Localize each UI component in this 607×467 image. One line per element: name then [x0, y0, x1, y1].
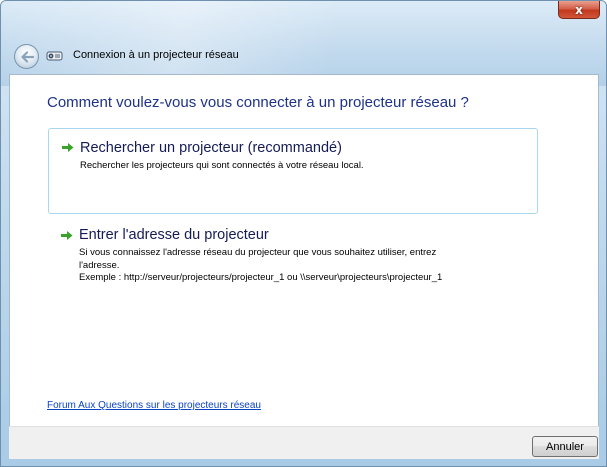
- back-arrow-icon: [20, 50, 34, 63]
- option-description: Si vous connaissez l'adresse réseau du p…: [79, 247, 529, 285]
- footer-bar: [9, 426, 599, 459]
- option-title: Entrer l'adresse du projecteur: [79, 227, 269, 243]
- option-title: Rechercher un projecteur (recommandé): [80, 140, 342, 156]
- back-button[interactable]: [14, 44, 39, 69]
- green-arrow-icon: [61, 231, 73, 240]
- option-description: Rechercher les projecteurs qui sont conn…: [80, 160, 530, 173]
- option-description-line: Exemple : http://serveur/projecteurs/pro…: [79, 272, 443, 283]
- option-description-line: Si vous connaissez l'adresse réseau du p…: [79, 247, 437, 258]
- window-title: Connexion à un projecteur réseau: [73, 49, 239, 61]
- option-description-line: Rechercher les projecteurs qui sont conn…: [80, 160, 364, 171]
- close-icon: x: [575, 2, 583, 17]
- green-arrow-icon: [62, 143, 74, 152]
- dialog-window: x Connexion à un projecteur réseau Comme…: [0, 0, 607, 467]
- close-button[interactable]: x: [558, 1, 600, 19]
- faq-link[interactable]: Forum Aux Questions sur les projecteurs …: [47, 400, 261, 411]
- network-projector-icon: [46, 51, 63, 61]
- option-enter-address[interactable]: Entrer l'adresse du projecteur Si vous c…: [48, 219, 538, 301]
- page-heading: Comment voulez-vous vous connecter à un …: [47, 94, 469, 111]
- option-search-projector[interactable]: Rechercher un projecteur (recommandé) Re…: [48, 128, 538, 214]
- option-description-line: l'adresse.: [79, 259, 120, 271]
- cancel-button[interactable]: Annuler: [532, 436, 598, 457]
